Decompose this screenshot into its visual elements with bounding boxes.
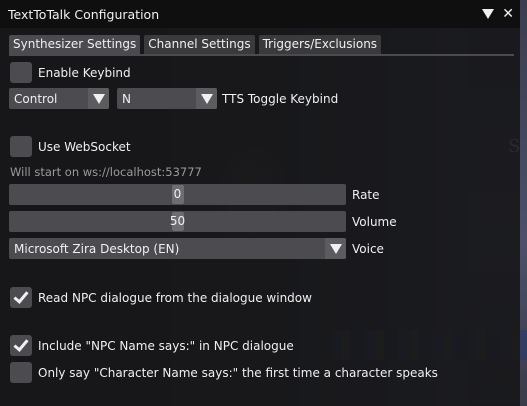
chevron-down-icon[interactable] [196, 88, 217, 109]
modifier-key-value: Control [14, 91, 58, 106]
close-icon[interactable]: ✕ [502, 7, 514, 21]
voice-label: Voice [352, 242, 384, 256]
rate-slider[interactable]: 0 [9, 184, 346, 205]
collapse-icon[interactable] [482, 9, 495, 19]
toggle-key-select[interactable]: N [117, 88, 217, 109]
modifier-key-select[interactable]: Control [9, 88, 109, 109]
tab-triggers-exclusions[interactable]: Triggers/Exclusions [258, 35, 382, 54]
volume-slider[interactable]: 50 [9, 211, 346, 232]
websocket-hint: Will start on ws://localhost:53777 [10, 165, 202, 179]
only-say-first-time-row: Only say "Character Name says:" the firs… [10, 362, 438, 383]
read-npc-dialogue-label: Read NPC dialogue from the dialogue wind… [38, 290, 312, 305]
volume-label: Volume [352, 215, 397, 229]
tab-synthesizer-settings[interactable]: Synthesizer Settings [9, 35, 141, 54]
rate-label: Rate [352, 188, 380, 202]
chevron-down-icon[interactable] [88, 88, 109, 109]
voice-value: Microsoft Zira Desktop (EN) [14, 241, 180, 256]
window-title: TextToTalk Configuration [8, 6, 160, 22]
tab-bar: Synthesizer Settings Channel Settings Tr… [9, 35, 382, 54]
toggle-key-value: N [122, 91, 131, 106]
use-websocket-label: Use WebSocket [38, 139, 131, 154]
use-websocket-checkbox[interactable] [10, 136, 32, 157]
include-npc-name-label: Include "NPC Name says:" in NPC dialogue [38, 338, 294, 353]
tts-toggle-keybind-label: TTS Toggle Keybind [222, 92, 339, 106]
voice-select[interactable]: Microsoft Zira Desktop (EN) [9, 238, 346, 259]
rate-value: 0 [173, 187, 182, 201]
enable-keybind-label: Enable Keybind [38, 65, 131, 80]
only-say-first-time-checkbox[interactable] [10, 362, 32, 383]
include-npc-name-checkbox[interactable] [10, 335, 32, 356]
enable-keybind-row: Enable Keybind [10, 62, 131, 83]
tab-channel-settings[interactable]: Channel Settings [144, 35, 255, 54]
only-say-first-time-label: Only say "Character Name says:" the firs… [38, 365, 438, 380]
include-npc-name-row: Include "NPC Name says:" in NPC dialogue [10, 335, 294, 356]
read-npc-dialogue-checkbox[interactable] [10, 287, 32, 308]
websocket-row: Use WebSocket [10, 136, 131, 157]
volume-value: 50 [169, 214, 186, 228]
title-bar[interactable]: TextToTalk Configuration ✕ [0, 0, 520, 28]
config-window: TextToTalk Configuration ✕ Synthesizer S… [0, 0, 520, 406]
tab-underline [9, 54, 514, 56]
chevron-down-icon[interactable] [325, 238, 346, 259]
enable-keybind-checkbox[interactable] [10, 62, 32, 83]
read-npc-dialogue-row: Read NPC dialogue from the dialogue wind… [10, 287, 312, 308]
